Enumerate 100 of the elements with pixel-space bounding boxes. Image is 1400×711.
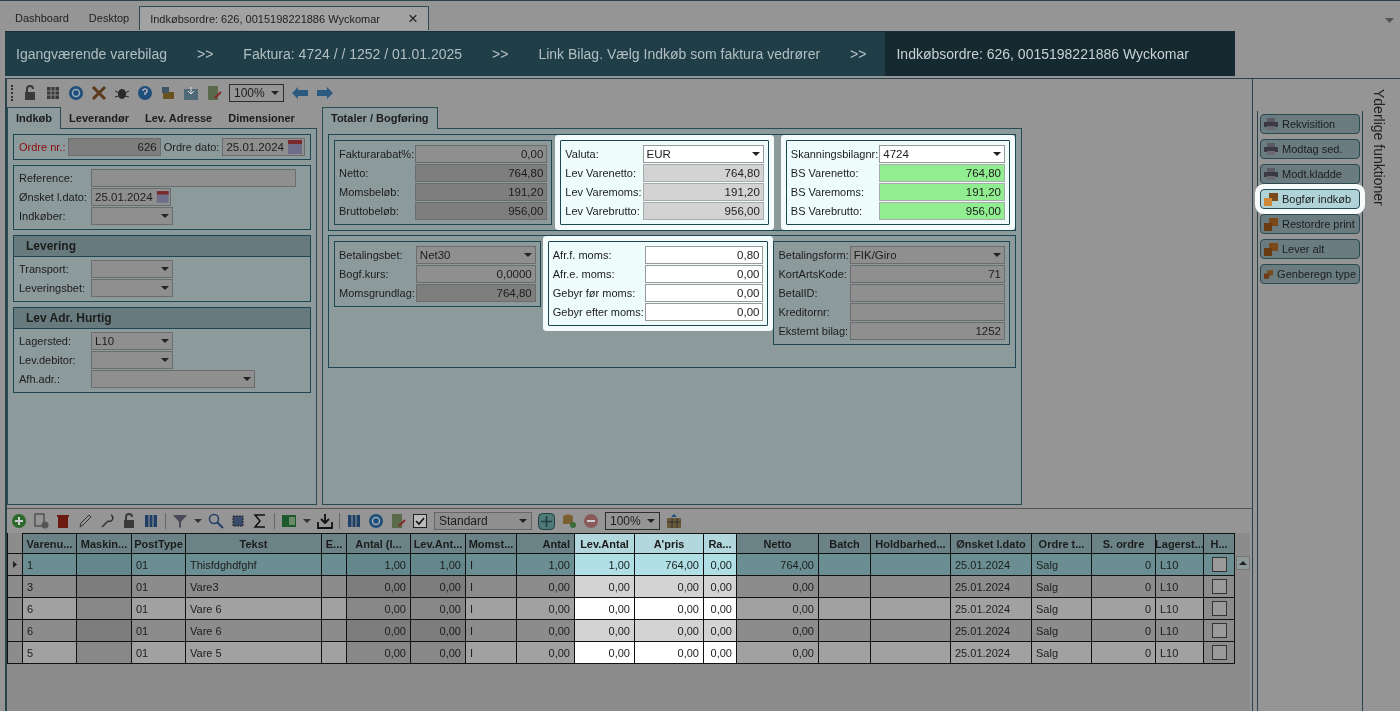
- row-header[interactable]: [7, 598, 23, 620]
- function-button[interactable]: Modtag sed.: [1260, 139, 1360, 159]
- layout-dropdown[interactable]: Standard: [434, 512, 532, 530]
- input-field[interactable]: 0,0000: [415, 264, 536, 283]
- checkbox[interactable]: [1211, 601, 1227, 616]
- column-header[interactable]: Batch: [819, 533, 871, 554]
- dropdown[interactable]: EUR: [642, 144, 764, 163]
- column-header[interactable]: A'pris: [635, 533, 704, 554]
- add-document-icon[interactable]: [33, 513, 49, 529]
- row-header[interactable]: [7, 576, 23, 598]
- breadcrumb-item[interactable]: Faktura: 4724 / / 1252 / 01.01.2025: [232, 32, 474, 76]
- spreadsheet-icon[interactable]: [281, 513, 297, 529]
- checkbox[interactable]: [1211, 623, 1227, 638]
- column-header[interactable]: Varenu...: [23, 533, 77, 554]
- column-header[interactable]: Lev.Ant...: [411, 533, 466, 554]
- back-arrow-icon[interactable]: [290, 85, 309, 100]
- document-tab[interactable]: Dashboard: [5, 6, 79, 30]
- function-button[interactable]: Restordre print: [1260, 214, 1360, 234]
- caret-icon[interactable]: [194, 519, 202, 523]
- function-button[interactable]: Modt.kladde: [1260, 164, 1360, 184]
- input-field[interactable]: [91, 168, 296, 187]
- function-button[interactable]: Lever alt: [1260, 239, 1360, 259]
- column-header[interactable]: Holdbarhed...: [871, 533, 951, 554]
- column-header[interactable]: E...: [322, 533, 347, 554]
- close-icon[interactable]: ×: [408, 10, 418, 27]
- help-icon[interactable]: [137, 84, 153, 101]
- readonly-field[interactable]: 191,20: [642, 182, 764, 201]
- input-field[interactable]: 764,80: [879, 163, 1005, 182]
- document-tab[interactable]: Indkøbsordre: 626, 0015198221886 Wyckomar ×: [139, 6, 429, 30]
- zoom-dropdown[interactable]: 100%: [605, 512, 660, 530]
- input-field[interactable]: 0,00: [644, 302, 764, 321]
- columns-icon[interactable]: [346, 513, 362, 529]
- columns-icon[interactable]: [45, 84, 61, 101]
- readonly-field[interactable]: 191,20: [415, 182, 548, 201]
- download-tray-icon[interactable]: [317, 513, 333, 529]
- select-icon[interactable]: [230, 513, 246, 529]
- column-header[interactable]: Antal: [517, 533, 575, 554]
- add-icon[interactable]: [11, 513, 27, 529]
- caret-icon[interactable]: [1385, 18, 1394, 23]
- input-field[interactable]: 71: [849, 264, 1005, 283]
- column-header[interactable]: H...: [1204, 533, 1235, 554]
- scroll-up-button[interactable]: [1236, 556, 1250, 570]
- refresh-icon[interactable]: [368, 513, 384, 529]
- date-field[interactable]: 25.01.2024: [91, 187, 171, 206]
- column-header[interactable]: Ordre t...: [1032, 533, 1092, 554]
- lock-icon[interactable]: [22, 84, 38, 101]
- add-row-icon[interactable]: [538, 512, 555, 530]
- column-header[interactable]: Lev.Antal: [575, 533, 635, 554]
- column-header[interactable]: Lagerst...: [1156, 533, 1204, 554]
- remove-icon[interactable]: [583, 513, 599, 529]
- column-header[interactable]: Ønsket l.dato: [951, 533, 1032, 554]
- checkbox[interactable]: [1211, 645, 1227, 660]
- input-field[interactable]: [849, 283, 1005, 302]
- breadcrumb-item[interactable]: Igangværende varebilag: [5, 32, 178, 76]
- refresh-icon[interactable]: [68, 84, 84, 101]
- tab[interactable]: Indkøb: [7, 106, 62, 129]
- table-icon[interactable]: [665, 513, 682, 529]
- sigma-icon[interactable]: [252, 513, 268, 529]
- calendar-icon[interactable]: [287, 138, 303, 155]
- input-field[interactable]: 956,00: [879, 201, 1005, 220]
- checkbox[interactable]: [1211, 579, 1227, 594]
- column-header[interactable]: Momst...: [466, 533, 517, 554]
- download-icon[interactable]: [183, 84, 199, 101]
- row-header[interactable]: [7, 642, 23, 664]
- tab[interactable]: Leverandør: [61, 107, 137, 128]
- readonly-field[interactable]: 956,00: [642, 201, 764, 220]
- trash-icon[interactable]: [55, 513, 71, 529]
- dropdown[interactable]: L10: [91, 331, 173, 350]
- breadcrumb-item[interactable]: Indkøbsordre: 626, 0015198221886 Wyckomar: [885, 32, 1235, 76]
- calendar-icon[interactable]: [155, 188, 169, 205]
- tab[interactable]: Dimensioner: [220, 107, 303, 128]
- date-field[interactable]: 25.01.2024: [222, 137, 305, 156]
- column-header[interactable]: Tekst: [186, 533, 322, 554]
- dropdown[interactable]: 4724: [879, 144, 1005, 163]
- breadcrumb-item[interactable]: Link Bilag. Vælg Indkøb som faktura vedrører: [527, 32, 832, 76]
- input-field[interactable]: 0,00: [415, 144, 548, 163]
- columns-icon[interactable]: [143, 513, 159, 529]
- lock-icon[interactable]: [121, 513, 137, 529]
- forward-arrow-icon[interactable]: [315, 85, 334, 100]
- row-header[interactable]: [7, 620, 23, 642]
- column-header[interactable]: Antal (I...: [347, 533, 411, 554]
- caret-icon[interactable]: [303, 519, 311, 523]
- column-header[interactable]: PostType: [132, 533, 186, 554]
- folder-icon[interactable]: [160, 84, 176, 101]
- checkbox-icon[interactable]: [412, 513, 428, 529]
- search-icon[interactable]: [208, 513, 224, 529]
- input-field[interactable]: 0,00: [644, 264, 764, 283]
- notepad-icon[interactable]: [390, 513, 406, 529]
- readonly-field[interactable]: 956,00: [415, 201, 548, 220]
- dropdown[interactable]: Net30: [415, 245, 536, 264]
- checkbox[interactable]: [1211, 557, 1227, 572]
- input-field[interactable]: [849, 302, 1005, 321]
- document-tab[interactable]: Desktop: [78, 6, 140, 30]
- readonly-field[interactable]: 626: [68, 137, 161, 156]
- input-field[interactable]: 0,80: [644, 245, 764, 264]
- function-button[interactable]: Rekvisition: [1260, 114, 1360, 134]
- notepad-icon[interactable]: [206, 84, 222, 101]
- input-field[interactable]: 0,00: [644, 283, 764, 302]
- column-header[interactable]: Netto: [737, 533, 819, 554]
- tab[interactable]: Totaler / Bogføring: [322, 106, 438, 129]
